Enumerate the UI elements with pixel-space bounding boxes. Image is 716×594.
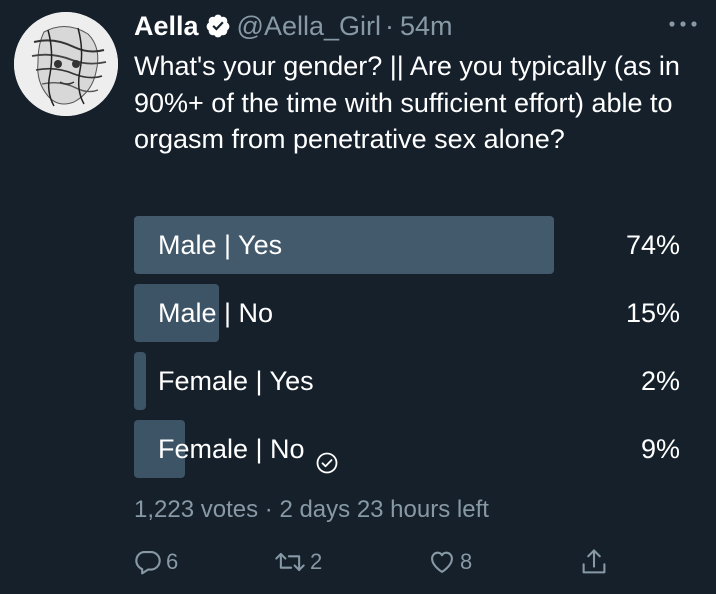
reply-count: 6 [166, 549, 179, 574]
tweet-time[interactable]: 54m [400, 11, 453, 42]
poll-time-left: 2 days 23 hours left [279, 496, 489, 523]
poll-option-text: Male | No [158, 298, 274, 328]
author-name[interactable]: Aella [134, 11, 199, 42]
poll-option-percent: 15% [625, 298, 680, 328]
poll-meta-separator: · [264, 496, 273, 523]
author-handle[interactable]: @Aella_Girl [237, 11, 381, 42]
poll: Male | Yes 74% Male | No 15% Female | Yes 2% F… [134, 216, 680, 488]
poll-option-label: Male | Yes [158, 216, 282, 274]
avatar[interactable] [14, 12, 118, 116]
poll-option-label: Female | Yes [158, 352, 314, 410]
poll-option[interactable]: Male | Yes 74% [134, 216, 680, 274]
check-circle-icon [315, 437, 339, 474]
poll-option-text: Female | Yes [158, 366, 314, 396]
poll-option-label: Female | No [158, 420, 339, 478]
poll-votes: 1,223 votes [134, 496, 259, 523]
retweet-icon [274, 548, 306, 576]
poll-option-text: Female | No [158, 434, 305, 464]
avatar-drawing [14, 12, 118, 116]
retweet-button[interactable]: 2 [274, 544, 322, 580]
poll-option[interactable]: Female | Yes 2% [134, 352, 680, 410]
reply-button[interactable]: 6 [134, 544, 178, 580]
poll-option-percent: 74% [625, 230, 680, 260]
poll-meta: 1,223 votes · 2 days 23 hours left [134, 496, 489, 524]
poll-option-percent: 9% [640, 434, 680, 464]
header-separator: · [385, 10, 394, 41]
share-button[interactable] [580, 544, 608, 580]
poll-option-text: Male | Yes [158, 230, 283, 260]
share-icon [580, 547, 608, 577]
tweet-actions: 6 2 8 [134, 544, 614, 580]
poll-option-label: Male | No [158, 284, 273, 342]
poll-option-percent: 2% [640, 366, 680, 396]
poll-option[interactable]: Male | No 15% [134, 284, 680, 342]
retweet-count: 2 [310, 549, 323, 574]
like-button[interactable]: 8 [428, 544, 472, 580]
heart-icon [428, 548, 456, 576]
like-count: 8 [460, 549, 473, 574]
poll-option[interactable]: Female | No 9% [134, 420, 680, 478]
poll-option-bar [134, 352, 146, 410]
reply-icon [134, 548, 162, 576]
verified-badge-icon [205, 13, 231, 39]
more-dots-icon[interactable] [666, 14, 700, 34]
tweet-text: What's your gender? || Are you typically… [134, 51, 680, 154]
tweet-header: Aella @Aella_Girl · 54m [134, 6, 453, 46]
